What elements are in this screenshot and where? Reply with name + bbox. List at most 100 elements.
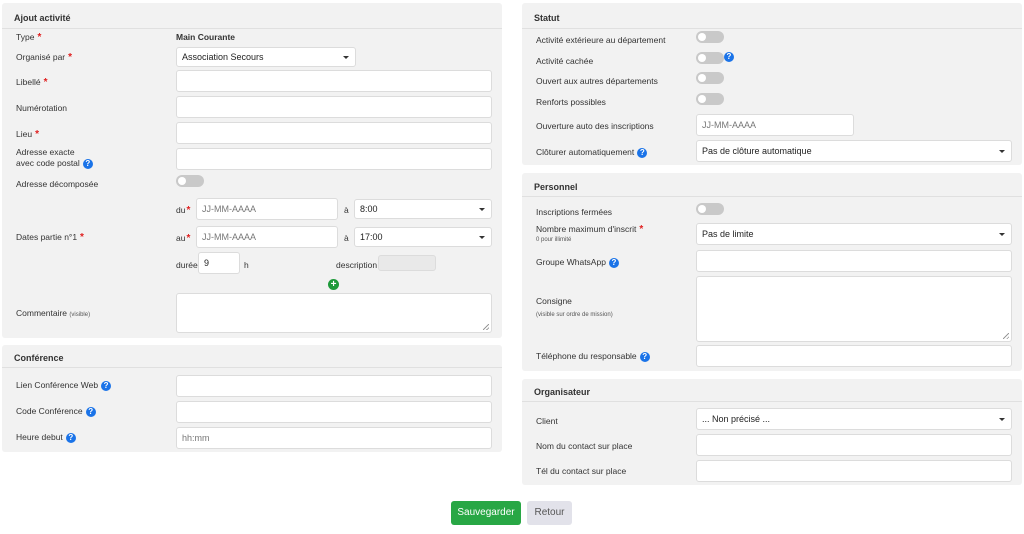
description-label: description	[336, 260, 378, 270]
exterieure-toggle[interactable]	[696, 31, 724, 43]
adresse-decomposee-toggle[interactable]	[176, 175, 204, 187]
panel-title: Personnel	[534, 182, 578, 192]
numerotation-label: Numérotation	[16, 103, 68, 113]
adresse-label: Adresse exacte avec code postal?	[16, 147, 93, 169]
help-icon[interactable]: ?	[637, 147, 648, 158]
consigne-label: Consigne (visible sur ordre de mission)	[536, 296, 613, 321]
help-icon[interactable]: ?	[65, 432, 76, 443]
resize-grip-icon[interactable]	[483, 324, 489, 330]
panel-title: Ajout activité	[14, 13, 71, 23]
end-time-select[interactable]: 17:00	[354, 227, 492, 247]
start-time-select[interactable]: 8:00	[354, 199, 492, 219]
ajout-activite-panel: Ajout activité Type * Main Courante Organ…	[2, 3, 502, 338]
start-time-value: 8:00	[360, 204, 378, 214]
consigne-textarea[interactable]	[696, 276, 1012, 342]
heure-debut-input[interactable]: hh:mm	[176, 427, 492, 449]
telephone-input[interactable]	[696, 345, 1012, 367]
adresse-input[interactable]	[176, 148, 492, 170]
cachee-toggle[interactable]	[696, 52, 724, 64]
add-date-icon[interactable]: +	[328, 279, 339, 290]
cachee-label: Activité cachée	[536, 56, 594, 66]
whatsapp-label: Groupe WhatsApp?	[536, 257, 619, 268]
back-button[interactable]: Retour	[527, 501, 572, 525]
client-label: Client	[536, 416, 558, 426]
adresse-decomposee-label: Adresse décomposée	[16, 179, 99, 189]
renforts-toggle[interactable]	[696, 93, 724, 105]
telephone-label: Téléphone du responsable?	[536, 351, 650, 362]
client-value: ... Non précisé ...	[702, 414, 771, 424]
chevron-down-icon	[999, 233, 1005, 236]
help-icon[interactable]: ?	[85, 406, 96, 417]
ouvert-label: Ouvert aux autres départements	[536, 76, 658, 86]
du-label: du*	[176, 205, 191, 216]
chevron-down-icon	[343, 56, 349, 59]
help-icon[interactable]: ?	[608, 257, 619, 268]
code-conference-label: Code Conférence?	[16, 406, 96, 417]
libelle-input[interactable]	[176, 70, 492, 92]
consigne-hint: (visible sur ordre de mission)	[536, 312, 613, 318]
divider	[522, 196, 1022, 197]
help-icon[interactable]: ?	[82, 158, 93, 169]
renforts-label: Renforts possibles	[536, 97, 606, 107]
consigne-label-text: Consigne	[536, 296, 572, 306]
client-select[interactable]: ... Non précisé ...	[696, 408, 1012, 430]
code-conference-input[interactable]	[176, 401, 492, 423]
panel-title: Conférence	[14, 353, 64, 363]
panel-title: Statut	[534, 13, 560, 23]
fermees-label: Inscriptions fermées	[536, 207, 613, 217]
cloturer-value: Pas de clôture automatique	[702, 146, 812, 156]
contact-label: Nom du contact sur place	[536, 441, 633, 451]
help-icon[interactable]: ?	[639, 351, 650, 362]
statut-panel: Statut Activité extérieure au départemen…	[522, 3, 1022, 165]
chevron-down-icon	[479, 208, 485, 211]
help-icon[interactable]: ?	[101, 380, 112, 391]
type-value: Main Courante	[176, 32, 236, 42]
max-inscrit-value: Pas de limite	[702, 229, 754, 239]
cloturer-select[interactable]: Pas de clôture automatique	[696, 140, 1012, 162]
divider	[2, 28, 502, 29]
contact-input[interactable]	[696, 434, 1012, 456]
organisateur-panel: Organisateur Client ... Non précisé ... …	[522, 379, 1022, 485]
max-inscrit-label: Nombre maximum d'inscrit * 0 pour illimit…	[536, 224, 643, 246]
adresse-label-line1: Adresse exacte	[16, 147, 75, 157]
numerotation-input[interactable]	[176, 96, 492, 118]
max-inscrit-hint: 0 pour illimité	[536, 237, 572, 243]
conference-panel: Conférence Lien Conférence Web? Code Con…	[2, 345, 502, 452]
date-end-input[interactable]: JJ-MM-AAAA	[196, 226, 338, 248]
lieu-input[interactable]	[176, 122, 492, 144]
help-icon[interactable]: ?	[724, 52, 734, 62]
lien-conference-input[interactable]	[176, 375, 492, 397]
ouvert-toggle[interactable]	[696, 72, 724, 84]
duree-input[interactable]: 9	[198, 252, 240, 274]
max-inscrit-select[interactable]: Pas de limite	[696, 223, 1012, 245]
divider	[522, 28, 1022, 29]
au-label: au*	[176, 233, 191, 244]
whatsapp-input[interactable]	[696, 250, 1012, 272]
libelle-label: Libellé *	[16, 77, 48, 88]
tel-contact-input[interactable]	[696, 460, 1012, 482]
commentaire-hint: (visible)	[69, 312, 91, 318]
type-label: Type *	[16, 32, 42, 43]
personnel-panel: Personnel Inscriptions fermées Nombre ma…	[522, 173, 1022, 371]
lieu-label: Lieu *	[16, 129, 39, 140]
resize-grip-icon[interactable]	[1003, 333, 1009, 339]
date-start-input[interactable]: JJ-MM-AAAA	[196, 198, 338, 220]
a-label: à	[344, 233, 349, 243]
description-input[interactable]	[378, 255, 436, 271]
end-time-value: 17:00	[360, 232, 383, 242]
commentaire-textarea[interactable]	[176, 293, 492, 333]
lien-conference-label: Lien Conférence Web?	[16, 380, 112, 391]
panel-title: Organisateur	[534, 387, 591, 397]
divider	[2, 367, 502, 368]
chevron-down-icon	[999, 150, 1005, 153]
ouverture-input[interactable]: JJ-MM-AAAA	[696, 114, 854, 136]
fermees-toggle[interactable]	[696, 203, 724, 215]
organise-select[interactable]: Association Secours	[176, 47, 356, 67]
organise-label: Organisé par *	[16, 52, 73, 63]
heure-debut-label: Heure debut?	[16, 432, 76, 443]
tel-contact-label: Tél du contact sur place	[536, 466, 627, 476]
cloturer-label: Clôturer automatiquement?	[536, 147, 648, 158]
exterieure-label: Activité extérieure au département	[536, 35, 666, 45]
commentaire-label: Commentaire (visible)	[16, 308, 91, 318]
save-button[interactable]: Sauvegarder	[451, 501, 521, 525]
